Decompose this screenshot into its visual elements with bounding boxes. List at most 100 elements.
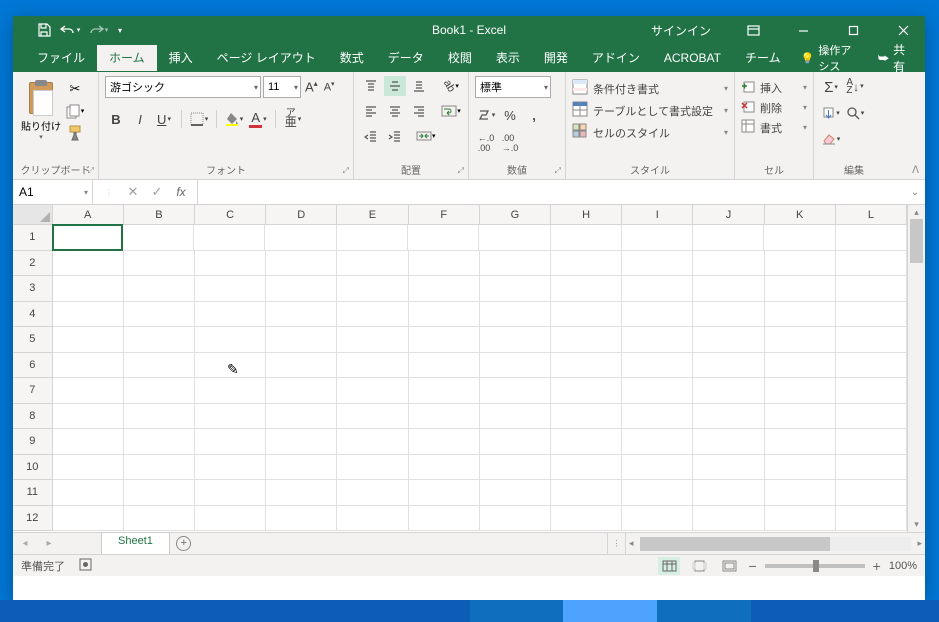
cell[interactable] — [765, 429, 836, 455]
cell[interactable] — [551, 429, 622, 455]
delete-cells-button[interactable]: 削除▾ — [741, 99, 807, 116]
accounting-format-button[interactable]: ▾ — [475, 104, 497, 126]
redo-button[interactable]: ▾ — [83, 18, 113, 42]
cell[interactable] — [337, 302, 408, 328]
cell[interactable] — [124, 302, 195, 328]
fbar-dropdown[interactable]: ⋮ — [97, 188, 121, 197]
cell[interactable] — [124, 429, 195, 455]
cell[interactable] — [551, 378, 622, 404]
font-color-button[interactable]: A▾ — [247, 108, 269, 130]
cell[interactable] — [266, 327, 337, 353]
cell[interactable] — [124, 455, 195, 481]
row-header[interactable]: 9 — [13, 429, 53, 455]
format-cells-button[interactable]: 書式▾ — [741, 119, 807, 136]
cell[interactable] — [409, 480, 480, 506]
cell[interactable] — [53, 404, 124, 430]
tell-me[interactable]: 💡操作アシス — [793, 42, 866, 74]
sort-filter-button[interactable]: AZ↓▾ — [844, 76, 866, 98]
increase-decimal-button[interactable]: ←.0.00 — [475, 132, 497, 154]
zoom-level[interactable]: 100% — [889, 560, 917, 572]
wrap-text-button[interactable]: ▾ — [440, 101, 462, 121]
row-header[interactable]: 7 — [13, 378, 53, 404]
cell[interactable] — [836, 404, 907, 430]
enter-formula-button[interactable]: ✓ — [145, 184, 169, 200]
vertical-scrollbar[interactable]: ▴ ▾ — [907, 205, 925, 532]
cell[interactable] — [265, 225, 336, 251]
cell[interactable] — [765, 276, 836, 302]
tab-review[interactable]: 校閲 — [436, 45, 484, 71]
zoom-slider[interactable] — [765, 564, 865, 568]
row-header[interactable]: 5 — [13, 327, 53, 353]
tab-view[interactable]: 表示 — [484, 45, 532, 71]
cell[interactable] — [480, 429, 551, 455]
decrease-decimal-button[interactable]: .00→.0 — [499, 132, 521, 154]
cell[interactable] — [195, 404, 266, 430]
cell[interactable] — [408, 225, 479, 251]
row-header[interactable]: 6 — [13, 353, 53, 379]
cell[interactable] — [53, 429, 124, 455]
page-layout-view-button[interactable] — [688, 557, 710, 575]
ribbon-display-options[interactable] — [731, 16, 775, 44]
col-header[interactable]: G — [480, 205, 551, 224]
tab-formulas[interactable]: 数式 — [328, 45, 376, 71]
clear-button[interactable]: ▾ — [820, 128, 842, 150]
horizontal-scrollbar[interactable]: ◂ ▸ — [625, 533, 925, 554]
cell-styles-button[interactable]: セルのスタイル▾ — [572, 123, 728, 142]
cell[interactable] — [693, 506, 764, 532]
cell[interactable] — [836, 455, 907, 481]
col-header[interactable]: J — [693, 205, 764, 224]
sheet-nav-prev[interactable]: ◂ — [13, 533, 37, 554]
cell[interactable] — [409, 353, 480, 379]
collapse-ribbon[interactable]: ᐱ — [912, 165, 919, 176]
cell[interactable] — [622, 302, 693, 328]
cell[interactable] — [195, 302, 266, 328]
tab-insert[interactable]: 挿入 — [157, 45, 205, 71]
tab-data[interactable]: データ — [376, 45, 436, 71]
cell[interactable] — [266, 506, 337, 532]
cell[interactable] — [622, 378, 693, 404]
cell[interactable] — [693, 378, 764, 404]
insert-cells-button[interactable]: 挿入▾ — [741, 79, 807, 96]
zoom-in-button[interactable]: + — [873, 558, 881, 574]
col-header[interactable]: A — [53, 205, 124, 224]
cell[interactable] — [551, 302, 622, 328]
row-header[interactable]: 3 — [13, 276, 53, 302]
cell[interactable] — [124, 353, 195, 379]
cell[interactable] — [409, 251, 480, 277]
cell[interactable] — [266, 251, 337, 277]
cell[interactable] — [622, 480, 693, 506]
find-select-button[interactable]: ▾ — [844, 102, 866, 124]
minimize-button[interactable] — [781, 16, 825, 44]
cell[interactable] — [551, 404, 622, 430]
cell[interactable] — [266, 404, 337, 430]
normal-view-button[interactable] — [658, 557, 680, 575]
cell[interactable] — [693, 276, 764, 302]
cell[interactable] — [836, 276, 907, 302]
col-header[interactable]: E — [337, 205, 408, 224]
tab-home[interactable]: ホーム — [97, 45, 157, 71]
cell[interactable] — [480, 404, 551, 430]
cell[interactable] — [53, 455, 124, 481]
cell[interactable] — [551, 225, 622, 251]
col-header[interactable]: K — [765, 205, 836, 224]
cell[interactable] — [622, 404, 693, 430]
cell[interactable] — [53, 506, 124, 532]
maximize-button[interactable] — [831, 16, 875, 44]
cell[interactable] — [836, 225, 907, 251]
insert-function-button[interactable]: fx — [169, 185, 193, 199]
cell[interactable] — [337, 378, 408, 404]
cell[interactable] — [409, 276, 480, 302]
cell[interactable] — [195, 327, 266, 353]
signin-button[interactable]: サインイン — [637, 22, 725, 39]
cell[interactable] — [836, 480, 907, 506]
grid[interactable]: A B C D E F G H I J K L 123456789101112 … — [13, 205, 907, 532]
cell[interactable] — [195, 480, 266, 506]
tab-file[interactable]: ファイル — [25, 45, 97, 71]
align-center-button[interactable] — [384, 101, 406, 121]
cell[interactable] — [693, 404, 764, 430]
cell[interactable] — [480, 276, 551, 302]
cell[interactable] — [836, 251, 907, 277]
align-left-button[interactable] — [360, 101, 382, 121]
cell[interactable] — [551, 327, 622, 353]
cell[interactable] — [337, 480, 408, 506]
